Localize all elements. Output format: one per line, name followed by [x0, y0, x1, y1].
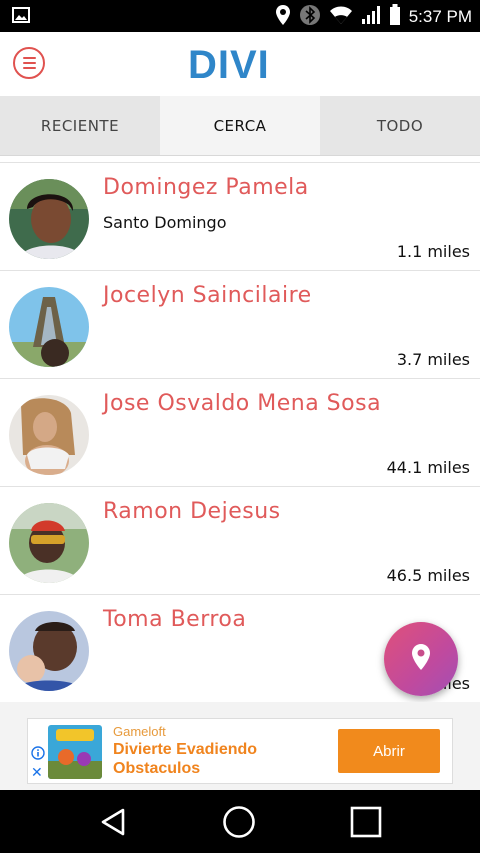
person-distance: 46.5 miles: [386, 566, 470, 585]
list-item[interactable]: Jose Osvaldo Mena Sosa 44.1 miles: [0, 378, 480, 486]
battery-icon: [389, 4, 401, 30]
ad-open-button[interactable]: Abrir: [338, 729, 440, 773]
tab-bar: RECIENTE CERCA TODO: [0, 96, 480, 156]
ad-brand: Gameloft: [113, 724, 166, 739]
person-name: Jocelyn Saincilaire: [103, 283, 312, 308]
ad-title: Divierte Evadiendo Obstaculos: [113, 741, 258, 777]
menu-icon: [22, 57, 36, 59]
menu-button[interactable]: [13, 47, 45, 79]
signal-icon: [361, 5, 381, 29]
nearby-location-button[interactable]: [384, 622, 458, 696]
image-icon: [12, 7, 30, 27]
list-item[interactable]: Jocelyn Saincilaire 3.7 miles: [0, 270, 480, 378]
list-item[interactable]: Domingez Pamela Santo Domingo 1.1 miles: [0, 162, 480, 270]
close-icon[interactable]: ✕: [31, 765, 43, 781]
tab-reciente[interactable]: RECIENTE: [0, 96, 160, 155]
home-icon[interactable]: [222, 805, 256, 843]
person-city: Santo Domingo: [103, 213, 227, 232]
bluetooth-icon: [299, 4, 321, 30]
person-distance: 44.1 miles: [386, 458, 470, 477]
clock: 5:37 PM: [408, 7, 472, 26]
people-list: Domingez Pamela Santo Domingo 1.1 miles …: [0, 162, 480, 702]
ad-banner[interactable]: ✕ Gameloft Divierte Evadiendo Obstaculos…: [27, 718, 453, 784]
wifi-icon: [329, 5, 353, 29]
person-name: Jose Osvaldo Mena Sosa: [103, 391, 382, 416]
person-name: Ramon Dejesus: [103, 499, 281, 524]
avatar: [9, 287, 89, 367]
person-distance: 3.7 miles: [396, 350, 470, 369]
app-bar: DIVI: [0, 32, 480, 96]
back-icon[interactable]: [98, 807, 128, 841]
recents-icon[interactable]: [350, 806, 382, 842]
person-name: Domingez Pamela: [103, 175, 309, 200]
tab-todo[interactable]: TODO: [320, 96, 480, 155]
tab-cerca[interactable]: CERCA: [160, 96, 320, 155]
location-pin-icon: [411, 643, 431, 675]
info-icon[interactable]: [31, 745, 45, 764]
app-logo: DIVI: [188, 43, 270, 87]
avatar: [9, 395, 89, 475]
ad-thumbnail: [48, 725, 102, 779]
avatar: [9, 611, 89, 691]
avatar: [9, 503, 89, 583]
person-name: Toma Berroa: [103, 607, 247, 632]
navigation-bar: [0, 790, 480, 853]
location-icon: [275, 4, 291, 30]
list-item[interactable]: Ramon Dejesus 46.5 miles: [0, 486, 480, 594]
status-bar: 5:37 PM: [0, 0, 480, 32]
person-distance: 1.1 miles: [396, 242, 470, 261]
avatar: [9, 179, 89, 259]
